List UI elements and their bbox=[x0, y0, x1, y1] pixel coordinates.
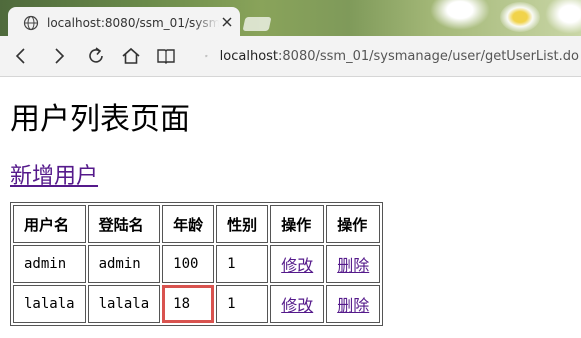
table-header-row: 用户名 登陆名 年龄 性别 操作 操作 bbox=[13, 205, 381, 243]
cell-edit: 修改 bbox=[270, 245, 325, 283]
column-header-age: 年龄 bbox=[162, 205, 215, 243]
user-table: 用户名 登陆名 年龄 性别 操作 操作 admin admin 100 1 修改… bbox=[10, 202, 384, 326]
browser-tab-bar: localhost:8080/ssm_01/sysmanage/user/get… bbox=[0, 0, 581, 36]
background-decoration bbox=[500, 2, 540, 32]
reading-view-icon[interactable] bbox=[155, 45, 177, 67]
tab-title: localhost:8080/ssm_01/sysmanage/user/get… bbox=[47, 15, 219, 30]
url-text[interactable]: localhost:8080/ssm_01/sysmanage/user/get… bbox=[220, 49, 579, 64]
column-header-gender: 性别 bbox=[216, 205, 269, 243]
cell-gender: 1 bbox=[216, 245, 269, 283]
cell-login: admin bbox=[87, 245, 161, 283]
cell-username: lalala bbox=[13, 285, 86, 323]
home-icon[interactable] bbox=[120, 45, 142, 67]
close-icon[interactable] bbox=[220, 15, 234, 29]
add-user-link[interactable]: 新增用户 bbox=[10, 158, 98, 190]
edit-link[interactable]: 修改 bbox=[281, 256, 313, 275]
column-header-username: 用户名 bbox=[13, 205, 86, 243]
back-icon[interactable] bbox=[10, 45, 32, 67]
cell-age: 100 bbox=[162, 245, 215, 283]
column-header-action-delete: 操作 bbox=[326, 205, 381, 243]
favorite-star-icon[interactable] bbox=[205, 47, 208, 65]
delete-link[interactable]: 删除 bbox=[337, 296, 369, 315]
refresh-icon[interactable] bbox=[85, 45, 107, 67]
forward-icon[interactable] bbox=[48, 45, 70, 67]
cell-username: admin bbox=[13, 245, 86, 283]
column-header-action-edit: 操作 bbox=[270, 205, 325, 243]
globe-icon bbox=[23, 15, 39, 30]
browser-tab[interactable]: localhost:8080/ssm_01/sysmanage/user/get… bbox=[8, 7, 240, 36]
column-header-login: 登陆名 bbox=[87, 205, 161, 243]
url-host: localhost bbox=[219, 48, 279, 64]
cell-edit: 修改 bbox=[270, 285, 325, 323]
browser-toolbar: localhost:8080/ssm_01/sysmanage/user/get… bbox=[0, 36, 581, 77]
cell-delete: 删除 bbox=[326, 245, 381, 283]
cell-gender: 1 bbox=[216, 285, 269, 323]
page-title: 用户列表页面 bbox=[10, 102, 190, 137]
table-row: admin admin 100 1 修改 删除 bbox=[13, 245, 381, 283]
page-content: 用户列表页面 新增用户 用户名 登陆名 年龄 性别 操作 操作 admin ad… bbox=[10, 76, 581, 326]
table-row: lalala lalala 18 1 修改 删除 bbox=[13, 285, 381, 323]
address-bar[interactable]: localhost:8080/ssm_01/sysmanage/user/get… bbox=[203, 43, 579, 69]
background-decoration bbox=[430, 0, 490, 30]
url-path: :8080/ssm_01/sysmanage/user/getUserList.… bbox=[278, 48, 579, 64]
edit-link[interactable]: 修改 bbox=[281, 296, 313, 315]
cell-delete: 删除 bbox=[326, 285, 381, 323]
delete-link[interactable]: 删除 bbox=[337, 256, 369, 275]
new-tab-button[interactable] bbox=[242, 17, 272, 31]
cell-age-highlighted: 18 bbox=[162, 285, 215, 323]
cell-login: lalala bbox=[87, 285, 161, 323]
background-decoration bbox=[545, 0, 581, 34]
